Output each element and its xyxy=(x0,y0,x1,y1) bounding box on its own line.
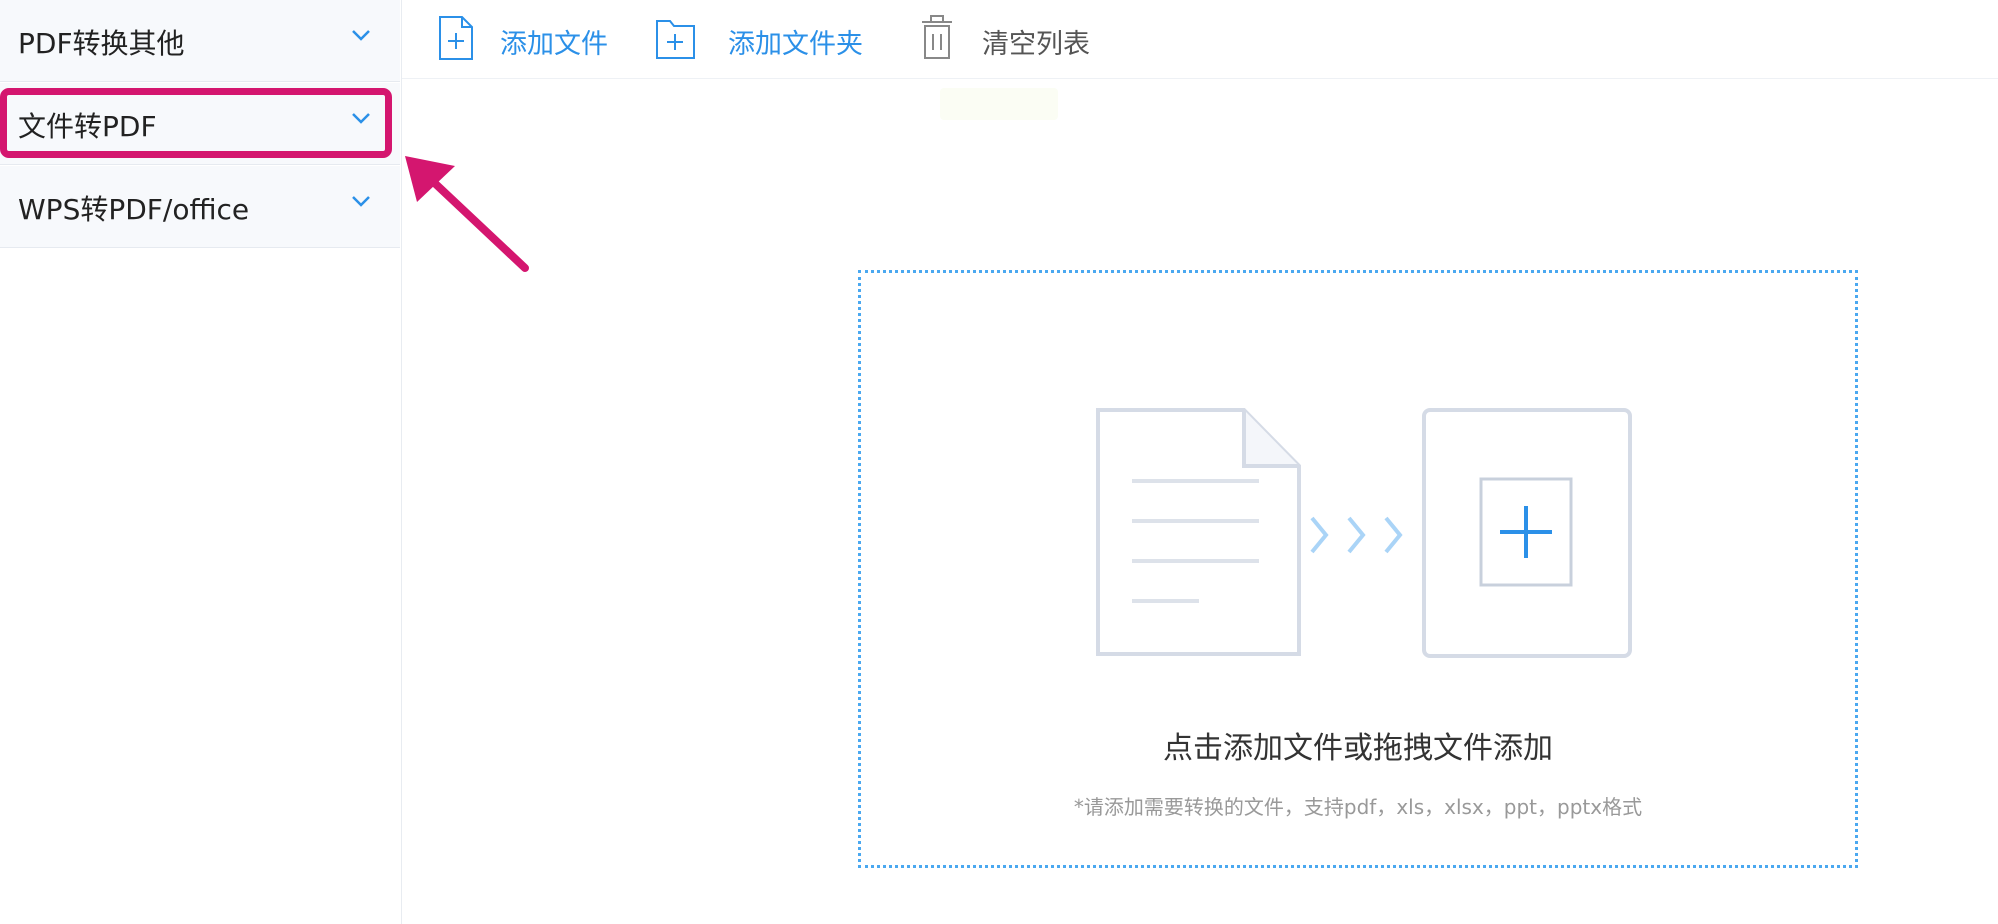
sidebar-item-pdf-to-other[interactable]: PDF转换其他 xyxy=(0,0,400,82)
chevron-down-icon[interactable] xyxy=(350,28,372,42)
sidebar-item-label: WPS转PDF/office xyxy=(18,193,250,226)
add-folder-label: 添加文件夹 xyxy=(728,29,863,60)
add-folder-icon xyxy=(656,20,695,59)
add-file-label: 添加文件 xyxy=(500,29,608,60)
add-file-icon xyxy=(439,16,473,60)
document-icon xyxy=(1096,408,1301,656)
add-folder-button[interactable]: 添加文件夹 xyxy=(654,14,874,62)
add-file-button[interactable]: 添加文件 xyxy=(436,14,616,62)
arrows-icon xyxy=(1310,516,1403,554)
drop-zone-title: 点击添加文件或拖拽文件添加 xyxy=(1163,731,1553,766)
drop-zone[interactable]: 点击添加文件或拖拽文件添加 *请添加需要转换的文件，支持pdf，xls，xlsx… xyxy=(858,270,1858,868)
drop-zone-hint: *请添加需要转换的文件，支持pdf，xls，xlsx，ppt，pptx格式 xyxy=(1073,795,1643,819)
toolbar: 添加文件 添加文件夹 清空列表 xyxy=(402,0,1998,79)
trash-icon xyxy=(922,15,952,59)
drop-illustration xyxy=(1096,408,1632,658)
clear-list-button[interactable]: 清空列表 xyxy=(918,14,1108,62)
sidebar-item-wps-to-pdf-office[interactable]: WPS转PDF/office xyxy=(0,166,400,248)
chevron-down-icon[interactable] xyxy=(350,194,372,208)
add-box-icon xyxy=(1422,408,1632,658)
pointer-arrow xyxy=(405,156,529,272)
faint-mark xyxy=(940,88,1058,120)
clear-list-label: 清空列表 xyxy=(982,29,1090,60)
highlight-box xyxy=(0,88,392,158)
sidebar-item-label: PDF转换其他 xyxy=(18,27,185,60)
